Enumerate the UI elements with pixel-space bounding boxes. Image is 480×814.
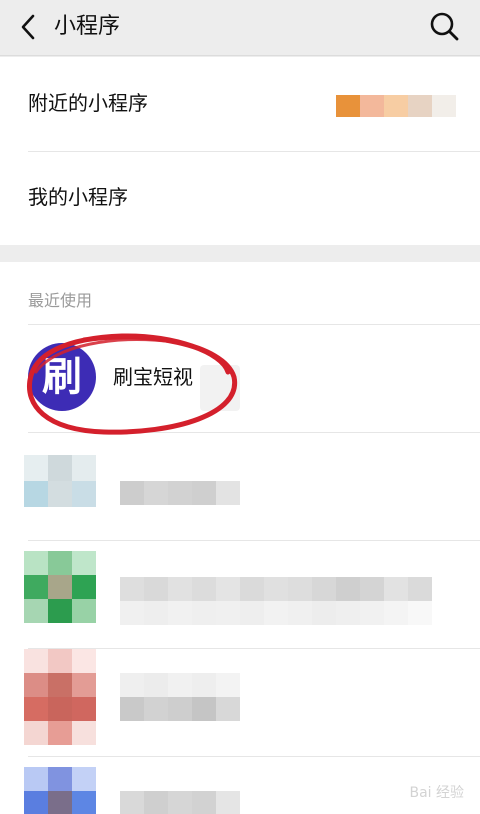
nearby-preview-thumbnails [336,95,456,117]
blurred-app-name [120,791,240,814]
blurred-app-icon [24,767,96,814]
blurred-app-icon [24,551,96,623]
watermark: Bai 经验 [409,785,464,801]
my-mini-programs-row[interactable]: 我的小程序 [0,151,480,245]
list-item[interactable]: 刷 刷宝短视 [0,325,480,432]
blurred-app-name [120,481,240,505]
list-item[interactable] [0,541,480,648]
nearby-label: 附近的小程序 [28,91,148,115]
list-item[interactable] [0,649,480,756]
list-item[interactable] [0,757,480,814]
nearby-mini-programs-row[interactable]: 附近的小程序 [0,57,480,151]
list-item[interactable] [0,433,480,540]
blurred-app-name [120,673,240,721]
app-name: 刷宝短视 [113,365,193,389]
blurred-text [200,365,240,411]
menu-section: 附近的小程序 我的小程序 [0,57,480,245]
shuabao-app-icon: 刷 [28,343,96,411]
top-bar: 小程序 [0,0,480,56]
recent-section: 最近使用 刷 刷宝短视 [0,262,480,814]
mine-label: 我的小程序 [28,185,128,209]
chevron-left-icon[interactable] [14,12,44,42]
app-icon-glyph: 刷 [42,354,82,400]
recent-section-title: 最近使用 [28,291,93,310]
blurred-app-icon [24,649,96,745]
blurred-app-name [120,577,432,625]
search-icon[interactable] [428,10,460,42]
blurred-app-icon [24,455,96,507]
page-title: 小程序 [54,14,121,39]
